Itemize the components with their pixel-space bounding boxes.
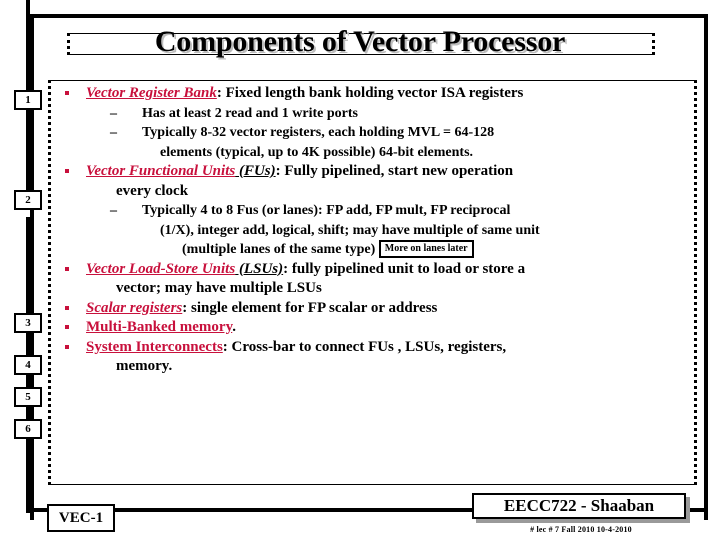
marker-rail: 1 2 3 4 5 6 <box>0 0 60 540</box>
bullet-dot-icon <box>65 169 69 173</box>
callout-more-on-lanes[interactable]: More on lanes later <box>378 240 474 258</box>
marker-4[interactable]: 4 <box>14 355 42 375</box>
bullet-item-vector-functional-units: Vector Functional Units (FUs): Fully pip… <box>56 162 700 260</box>
sub-bullet-item: – Has at least 2 read and 1 write ports <box>86 104 700 124</box>
bullet-lead-term[interactable]: System Interconnects <box>86 339 223 355</box>
rail-segment <box>26 217 30 313</box>
marker-6[interactable]: 6 <box>14 419 42 439</box>
sub-bullet-item: – Typically 8-32 vector registers, each … <box>86 123 700 162</box>
bullet-item-vector-register-bank: Vector Register Bank: Fixed length bank … <box>56 84 700 162</box>
bullet-rest-text: Fully pipelined, start new operation <box>280 163 514 179</box>
bullet-item-vector-load-store-units: Vector Load-Store Units (LSUs): fully pi… <box>56 260 700 299</box>
bullet-lead-term[interactable]: Vector Register Bank <box>86 85 217 101</box>
dash-icon: – <box>110 203 117 218</box>
bullet-rest-text: fully pipelined unit to load or store a <box>288 260 526 277</box>
sub-bullet-text: Typically 8-32 vector registers, each ho… <box>142 125 495 140</box>
sub-bullet-text: Typically 4 to 8 Fus (or lanes): FP add,… <box>142 203 511 218</box>
bullet-list: Vector Register Bank: Fixed length bank … <box>56 84 700 377</box>
bullet-lead-term[interactable]: Multi-Banked memory <box>86 319 232 335</box>
rail-segment <box>26 375 30 387</box>
marker-1[interactable]: 1 <box>14 90 42 110</box>
rail-segment <box>26 439 30 513</box>
rail-segment <box>26 407 30 419</box>
rail-segment <box>26 110 30 197</box>
slide-tag-badge: VEC-1 <box>47 504 115 532</box>
course-badge: EECC722 - Shaaban <box>472 493 686 519</box>
bullet-rest-text: single element for FP scalar or address <box>187 299 438 316</box>
bullet-continuation: vector; may have multiple LSUs <box>116 280 322 296</box>
bullet-dot-icon <box>65 91 69 95</box>
rail-segment <box>26 333 30 355</box>
bullet-lead-abbrev: (FUs) <box>235 163 276 179</box>
dash-icon: – <box>110 105 117 121</box>
sub-bullet-item: – Typically 4 to 8 Fus (or lanes): FP ad… <box>86 201 700 260</box>
bullet-rest-text: Cross-bar to connect FUs , LSUs, registe… <box>227 338 507 355</box>
bullet-lead-term[interactable]: Vector Functional Units <box>86 163 235 179</box>
marker-3[interactable]: 3 <box>14 313 42 333</box>
sub-bullet-text: Has at least 2 read and 1 write ports <box>142 105 358 121</box>
sub-bullet-list: – Has at least 2 read and 1 write ports … <box>86 104 700 163</box>
marker-5[interactable]: 5 <box>14 387 42 407</box>
content-body: Vector Register Bank: Fixed length bank … <box>56 84 700 482</box>
bullet-dot-icon <box>65 266 69 271</box>
bullet-item-system-interconnects: System Interconnects: Cross-bar to conne… <box>56 338 700 377</box>
bullet-item-multi-banked-memory: Multi-Banked memory. <box>56 318 700 338</box>
bullet-dot-icon <box>65 305 69 310</box>
sub-bullet-continuation: (1/X), integer add, logical, shift; may … <box>160 222 540 238</box>
bullet-lead-term[interactable]: Scalar registers <box>86 300 182 316</box>
sub-bullet-list: – Typically 4 to 8 Fus (or lanes): FP ad… <box>86 201 700 260</box>
bullet-dot-icon <box>65 325 69 329</box>
bullet-dot-icon <box>65 344 69 349</box>
bullet-lead-abbrev: (LSUs) <box>235 260 284 277</box>
bullet-item-scalar-registers: Scalar registers: single element for FP … <box>56 299 700 319</box>
page-title: Components of Vector Processor <box>154 25 566 58</box>
bullet-lead-suffix: . <box>232 319 236 335</box>
sub-bullet-continuation: elements (typical, up to 4K possible) 64… <box>160 144 474 160</box>
dash-icon: – <box>110 125 117 140</box>
sub-bullet-continuation-text: (multiple lanes of the same type) <box>182 242 376 257</box>
bullet-rest-text: Fixed length bank holding vector ISA reg… <box>221 85 524 101</box>
bullet-lead-term[interactable]: Vector Load-Store Units <box>86 261 235 277</box>
bullet-continuation: every clock <box>116 182 189 199</box>
rail-segment <box>26 0 30 90</box>
course-meta-line: # lec # 7 Fall 2010 10-4-2010 <box>530 525 632 534</box>
bullet-continuation: memory. <box>116 358 173 374</box>
marker-2[interactable]: 2 <box>14 190 42 210</box>
sub-bullet-continuation-2: (multiple lanes of the same type) More o… <box>142 240 700 260</box>
